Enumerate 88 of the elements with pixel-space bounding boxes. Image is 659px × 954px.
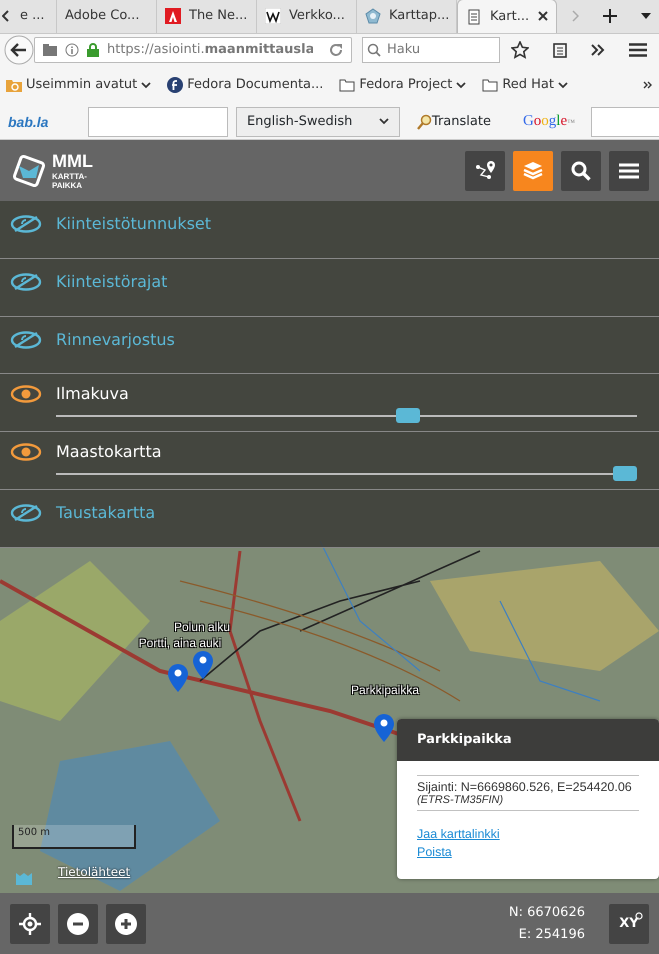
caret-icon xyxy=(141,82,152,88)
map-pin-icon[interactable] xyxy=(374,714,394,742)
clipboard-icon[interactable] xyxy=(553,42,567,58)
zoom-out-icon xyxy=(67,912,89,934)
translate-button[interactable]: Translate xyxy=(416,112,491,132)
route-button[interactable] xyxy=(465,150,505,190)
babla-logo[interactable]: bab.la xyxy=(8,114,80,130)
crs-text: (ETRS-TM35FIN) xyxy=(417,794,504,806)
close-icon[interactable] xyxy=(538,11,548,22)
bookmark-item[interactable]: Fedora Project xyxy=(339,75,466,95)
attribution-link[interactable]: Tietolähteet xyxy=(58,863,130,881)
folder-icon xyxy=(339,77,356,93)
locate-button[interactable] xyxy=(10,904,50,944)
caret-icon xyxy=(378,118,389,125)
degree-icon xyxy=(635,912,643,920)
marker-label: Polun alku xyxy=(174,620,230,634)
search-input[interactable] xyxy=(590,106,659,136)
folder-icon xyxy=(43,44,57,56)
star-icon[interactable] xyxy=(511,41,529,59)
reload-icon[interactable] xyxy=(329,43,343,57)
popup-link[interactable]: Jaa karttalinkki xyxy=(417,827,639,841)
logo-title: MML xyxy=(52,151,93,172)
zoom-in-button[interactable] xyxy=(106,904,146,944)
layer-name: Kiinteistörajat xyxy=(56,270,168,293)
zoom-in-icon xyxy=(115,912,137,934)
lock-icon xyxy=(87,43,99,57)
scale-bar: 500 m xyxy=(12,825,136,849)
info-icon xyxy=(65,43,79,57)
dropdown-icon[interactable] xyxy=(641,13,651,19)
overflow-icon[interactable] xyxy=(591,44,605,56)
browser-tab[interactable]: Kart... xyxy=(457,0,557,33)
bookmark-item[interactable]: Useimmin avatut xyxy=(6,75,152,95)
logo-subtitle: PAIKKA xyxy=(52,181,84,190)
marker-label: Parkkipaikka xyxy=(350,683,420,697)
page-icon xyxy=(466,8,482,24)
letter-a-icon xyxy=(165,8,181,24)
caret-icon xyxy=(558,82,568,88)
location-text: Sijainti: N=6669860.526, E=254420.06 xyxy=(417,780,633,794)
layer-name: Maastokartta xyxy=(56,441,162,464)
map-pin-icon[interactable] xyxy=(193,651,213,679)
overflow-icon[interactable] xyxy=(643,80,653,89)
coordinate-button[interactable]: XY xyxy=(609,904,649,944)
eye-icon[interactable] xyxy=(10,442,42,462)
search-icon xyxy=(570,160,592,182)
eye-crossed-icon[interactable] xyxy=(10,214,42,234)
letter-f-icon xyxy=(167,77,184,93)
menu-button[interactable] xyxy=(609,150,649,190)
browser-tab[interactable]: Verkko... xyxy=(257,0,357,33)
browser-tab[interactable]: The Ne... xyxy=(157,0,257,33)
menu-icon[interactable] xyxy=(629,43,647,57)
caret-icon xyxy=(456,82,466,88)
layer-name: Taustakartta xyxy=(56,502,156,524)
eye-crossed-icon[interactable] xyxy=(10,330,42,350)
zoom-out-button[interactable] xyxy=(58,904,98,944)
marker-label: Portti, aina auki xyxy=(138,636,222,650)
eye-crossed-icon[interactable] xyxy=(10,502,42,523)
bookmark-item[interactable]: Red Hat xyxy=(482,75,568,95)
bookmark-item[interactable]: Fedora Documenta... xyxy=(167,75,324,95)
letter-w-icon xyxy=(265,8,281,24)
east-coordinate: E: 254196 xyxy=(518,926,585,944)
scroll-left-icon[interactable] xyxy=(2,10,10,22)
browser-tab[interactable]: Adobe Co... xyxy=(57,0,157,33)
north-coordinate: N: 6670626 xyxy=(508,904,585,922)
folder-icon xyxy=(482,77,498,93)
address-bar[interactable]: https://asiointi.maanmittausla xyxy=(34,37,352,63)
search-button[interactable] xyxy=(561,150,601,190)
layer-name: Kiinteistötunnukset xyxy=(56,213,212,235)
eye-icon[interactable] xyxy=(10,384,42,404)
translate-input[interactable] xyxy=(88,106,228,136)
layer-name: Ilmakuva xyxy=(56,383,129,406)
eye-crossed-icon[interactable] xyxy=(10,272,42,292)
popup-title: Parkkipaikka xyxy=(417,731,512,750)
back-icon[interactable] xyxy=(4,35,34,65)
search-icon xyxy=(367,43,381,57)
popup-link[interactable]: Poista xyxy=(417,845,639,859)
browser-tab[interactable]: e ... xyxy=(12,0,57,33)
logo-subtitle: KARTTA- xyxy=(52,172,88,181)
search-field[interactable]: Haku xyxy=(362,37,500,63)
language-select[interactable]: English-Swedish xyxy=(236,106,400,136)
folder-icon xyxy=(6,77,22,93)
route-pin-icon xyxy=(474,160,496,182)
new-tab-icon[interactable] xyxy=(603,9,617,23)
slider-thumb[interactable] xyxy=(613,466,637,482)
google-logo: Google™ xyxy=(522,113,575,130)
slider-thumb[interactable] xyxy=(396,408,420,424)
locate-icon xyxy=(19,912,41,934)
magnifier-icon xyxy=(416,114,432,130)
layer-name: Rinnevarjostus xyxy=(56,328,175,351)
